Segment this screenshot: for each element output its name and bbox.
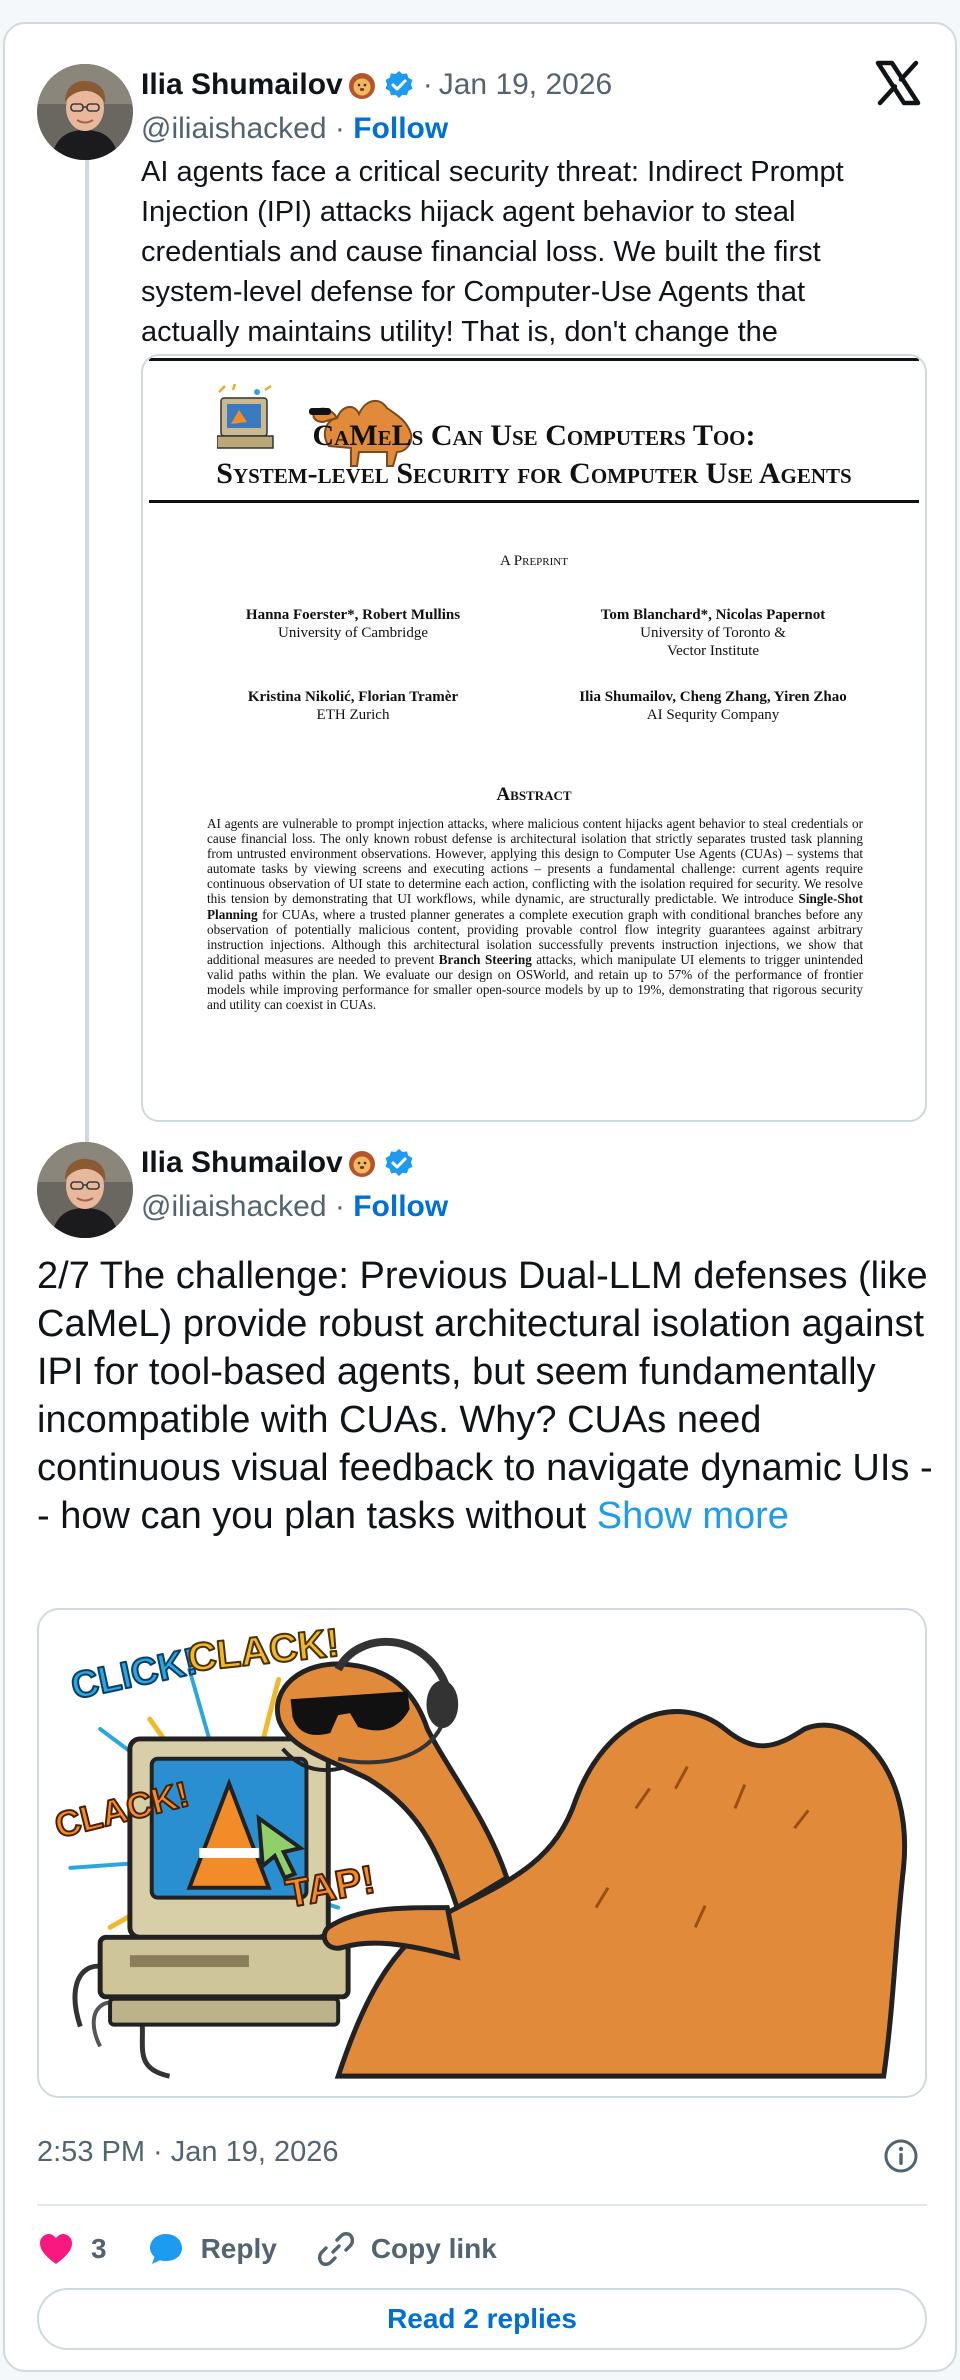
verified-badge-icon[interactable] <box>383 69 415 101</box>
author-affiliation: ETH Zurich <box>316 707 390 723</box>
author-row: Ilia Shumailov <box>141 1146 415 1180</box>
avatar[interactable] <box>37 64 133 160</box>
abstract-heading: Abstract <box>496 784 572 805</box>
info-icon[interactable] <box>883 2138 919 2174</box>
author-row: Ilia Shumailov · Jan 19, 2026 <box>141 68 612 102</box>
abstract-bold: Branch Steering <box>438 951 532 967</box>
x-logo-icon[interactable] <box>875 60 921 106</box>
camel-computer-illustration: CLICK! CLACK! CLACK! TAP! <box>40 1610 924 2096</box>
separator-dot: · <box>334 1190 354 1223</box>
thread-line <box>85 152 89 1142</box>
author-block: Kristina Nikolić, Florian Tramèr ETH Zur… <box>173 688 533 724</box>
tweet-text: AI agents face a critical security threa… <box>141 156 844 348</box>
follow-button[interactable]: Follow <box>353 1190 448 1223</box>
author-name[interactable]: Ilia Shumailov <box>141 1146 343 1180</box>
preprint-label: A Preprint <box>500 553 568 569</box>
handle-row: @iliaishacked · Follow <box>141 1190 448 1224</box>
author-names: Kristina Nikolić, Florian Tramèr <box>247 689 459 705</box>
author-names: Hanna Foerster*, Robert Mullins <box>245 607 461 623</box>
reply-button[interactable]: Reply <box>147 2230 277 2268</box>
paper-title-line1: CaMeLs Can Use Computers Too: <box>312 419 756 452</box>
author-affiliation: University of Cambridge <box>278 625 428 641</box>
author-affiliation: University of Toronto & Vector Institute <box>640 625 786 659</box>
paper-page: CaMeLs Can Use Computers Too: System-lev… <box>143 356 925 1120</box>
divider <box>37 2204 927 2206</box>
lion-emoji-icon <box>347 1148 377 1178</box>
read-replies-button[interactable]: Read 2 replies <box>37 2288 927 2350</box>
tweet-date[interactable]: Jan 19, 2026 <box>439 68 612 102</box>
tweet-image[interactable]: CLICK! CLACK! CLACK! TAP! <box>37 1608 927 2098</box>
title-rule <box>149 500 919 503</box>
top-rule <box>149 358 919 361</box>
author-names: Tom Blanchard*, Nicolas Papernot <box>600 607 826 623</box>
link-icon <box>317 2232 354 2266</box>
avatar-photo <box>37 64 133 160</box>
paper-title-line2: System-level Security for Computer Use A… <box>216 457 852 490</box>
lion-emoji-icon <box>347 70 377 100</box>
avatar-photo <box>37 1142 133 1238</box>
separator-dot: · <box>422 68 433 101</box>
avatar[interactable] <box>37 1142 133 1238</box>
author-block: Ilia Shumailov, Cheng Zhang, Yiren Zhao … <box>533 688 893 724</box>
handle-row: @iliaishacked · Follow <box>141 112 448 146</box>
like-button[interactable]: 3 <box>37 2230 107 2268</box>
author-affiliation: AI Sequrity Company <box>646 707 780 723</box>
heart-icon <box>40 2234 72 2264</box>
abstract-segment: AI agents are vulnerable to prompt injec… <box>207 816 863 907</box>
tweet-text: 2/7 The challenge: Previous Dual-LLM def… <box>37 1252 937 1540</box>
show-more-link[interactable]: Show more <box>597 1495 789 1537</box>
tweet-body: 2/7 The challenge: Previous Dual-LLM def… <box>37 1255 933 1537</box>
author-block: Hanna Foerster*, Robert Mullins Universi… <box>173 606 533 642</box>
copy-link-button[interactable]: Copy link <box>317 2230 497 2268</box>
author-handle[interactable]: @iliaishacked <box>141 1190 327 1223</box>
copy-link-label: Copy link <box>370 2233 497 2264</box>
like-count: 3 <box>91 2233 107 2264</box>
reply-bubble-icon <box>149 2234 182 2264</box>
verified-badge-icon[interactable] <box>383 1147 415 1179</box>
separator-dot: · <box>334 112 354 145</box>
abstract-text: AI agents are vulnerable to prompt injec… <box>207 816 863 1012</box>
paper-image[interactable]: CaMeLs Can Use Computers Too: System-lev… <box>141 354 927 1122</box>
author-handle[interactable]: @iliaishacked <box>141 112 327 145</box>
reply-label: Reply <box>200 2233 277 2264</box>
follow-button[interactable]: Follow <box>353 112 448 145</box>
author-block: Tom Blanchard*, Nicolas Papernot Univers… <box>533 606 893 660</box>
action-bar: 3 Reply Copy link <box>37 2224 537 2274</box>
embedded-tweet-card: Ilia Shumailov · Jan 19, 2026 @iliaishac… <box>3 22 957 2372</box>
tweet-timestamp[interactable]: 2:53 PM · Jan 19, 2026 <box>37 2136 338 2169</box>
author-name[interactable]: Ilia Shumailov <box>141 68 343 102</box>
author-names: Ilia Shumailov, Cheng Zhang, Yiren Zhao <box>579 689 847 705</box>
